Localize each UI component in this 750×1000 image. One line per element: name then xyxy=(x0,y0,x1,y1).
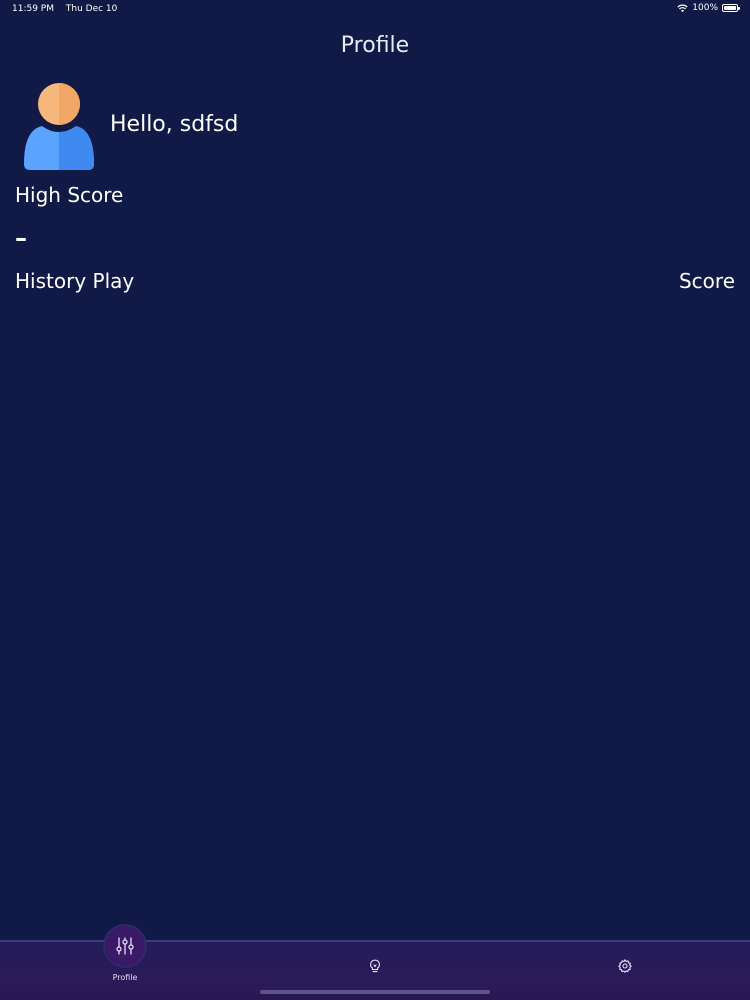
high-score-value: – xyxy=(15,224,27,252)
history-play-label: History Play xyxy=(15,269,135,293)
high-score-label: High Score xyxy=(15,183,124,207)
tab-active-bubble xyxy=(103,924,147,968)
status-bar: 11:59 PM Thu Dec 10 100% xyxy=(0,0,750,18)
status-time: 11:59 PM xyxy=(12,4,54,14)
gear-icon xyxy=(618,959,632,973)
page-title: Profile xyxy=(340,33,410,58)
wifi-icon xyxy=(677,4,688,12)
greeting-text: Hello, sdfsd xyxy=(110,112,239,137)
tab-profile[interactable]: Profile xyxy=(0,924,250,1000)
user-avatar-icon xyxy=(24,83,94,170)
history-header: History Play Score xyxy=(15,269,735,293)
score-column-label: Score xyxy=(678,269,735,293)
status-left: 11:59 PM Thu Dec 10 xyxy=(12,4,117,14)
home-indicator xyxy=(260,990,490,994)
tab-settings[interactable] xyxy=(500,942,750,1000)
lightbulb-icon xyxy=(370,959,380,973)
status-right: 100% xyxy=(677,3,740,13)
sliders-icon xyxy=(116,937,134,955)
battery-icon xyxy=(722,4,740,12)
battery-percent: 100% xyxy=(692,3,718,13)
tab-profile-label: Profile xyxy=(112,973,138,982)
status-date: Thu Dec 10 xyxy=(65,4,118,14)
